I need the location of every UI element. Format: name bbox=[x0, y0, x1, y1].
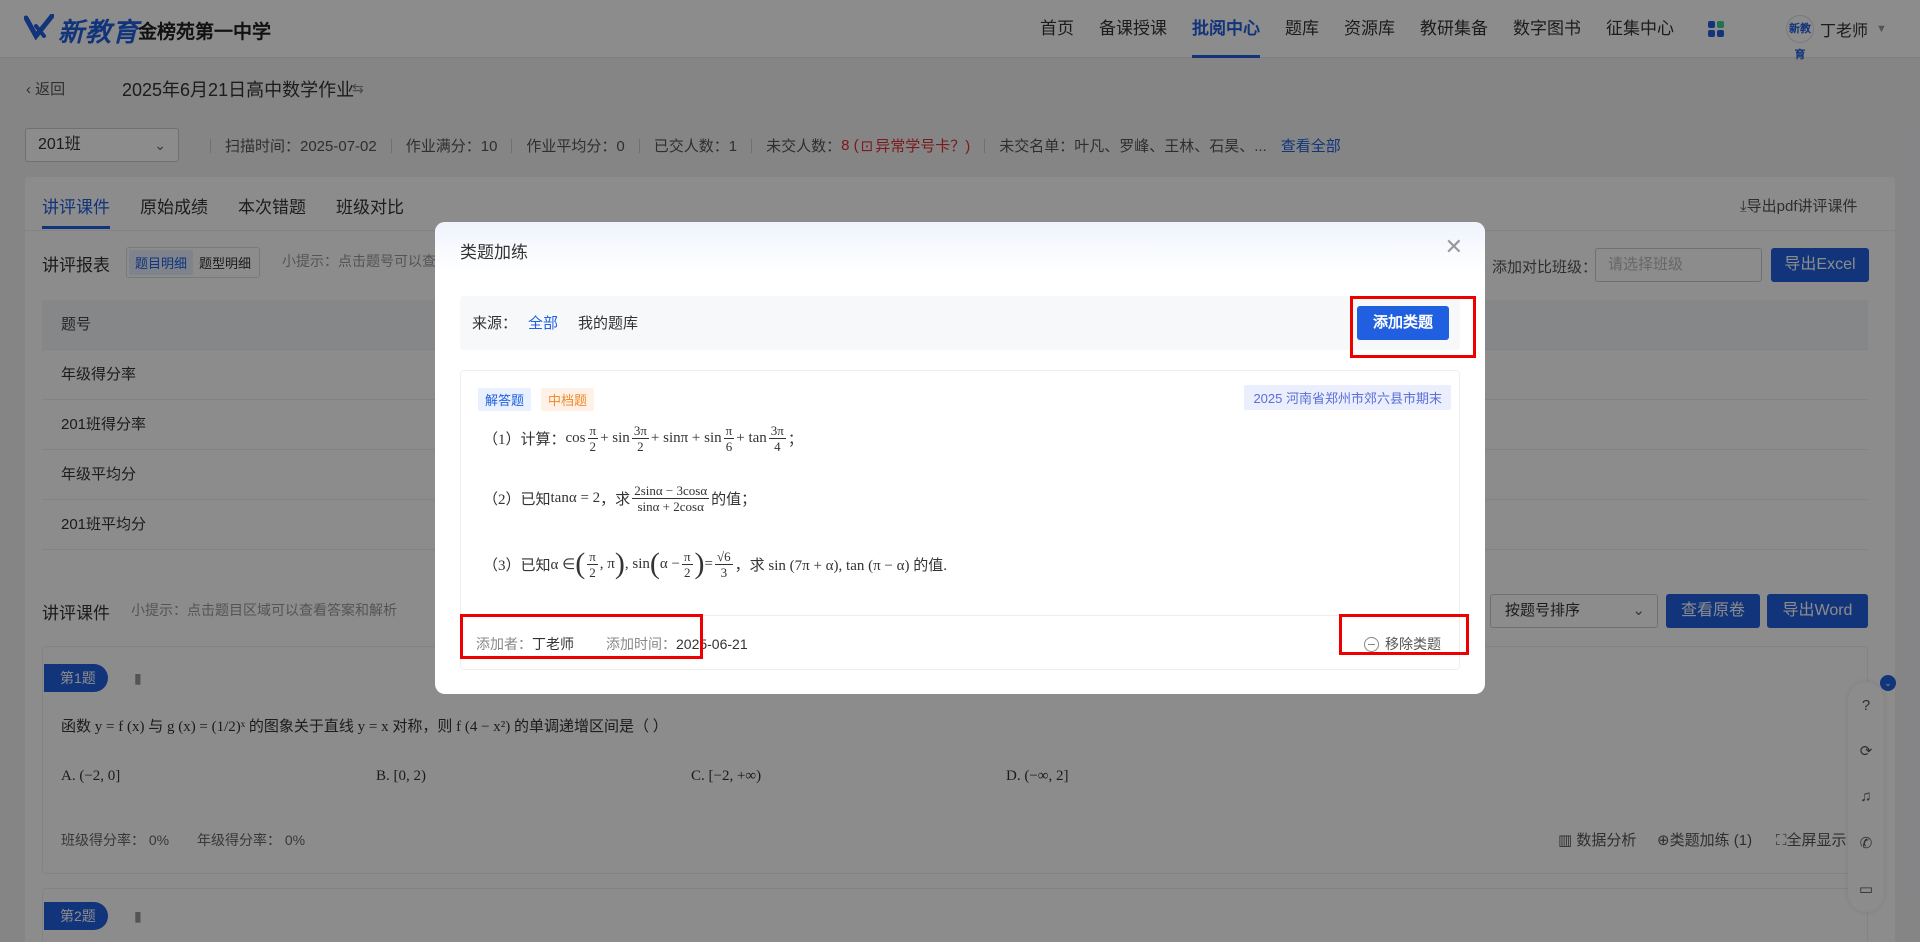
question-type-tag: 解答题 bbox=[478, 388, 532, 411]
formula-3: α ∈ (π 2, π), sin (α − π 2) = √6 3 bbox=[550, 547, 733, 580]
difficulty-tag: 中档题 bbox=[541, 388, 595, 411]
sub-question-2: （2）已知 tanα = 2 ，求 2sinα − 3cosα sinα + 2c… bbox=[483, 483, 756, 514]
sub-question-2-suffix: 的值； bbox=[711, 492, 757, 508]
source-all[interactable]: 全部 bbox=[528, 312, 558, 333]
origin-tag: 2025 河南省郑州市郊六县市期末 bbox=[1244, 385, 1451, 410]
fraction-numerator: 2sinα − 3cosα bbox=[632, 483, 710, 499]
sub-question-1: （1）计算： cos π 2 + sin 3π 2 + sinπ + sin π 6 + tan 3… bbox=[483, 423, 803, 454]
modal-header: 类题加练 bbox=[435, 222, 1485, 270]
page: 新教育 金榜苑第一中学 首页 备课授课 批阅中心 题库 资源库 教研集备 数字图… bbox=[0, 0, 1920, 942]
sub-question-3: （3）已知 α ∈ (π 2, π), sin (α − π 2) = √6 3 ，求… bbox=[483, 547, 947, 581]
sub-question-2-prefix: （2）已知 bbox=[483, 492, 551, 508]
source-filter-bar: 来源： 全部 我的题库 bbox=[460, 296, 1460, 350]
fraction: 2sinα − 3cosα sinα + 2cosα bbox=[632, 483, 710, 514]
close-icon[interactable]: ✕ bbox=[1445, 234, 1463, 260]
formula-1: cos π 2 + sin 3π 2 + sinπ + sin π 6 + tan 3π 4； bbox=[565, 423, 803, 454]
highlight-box bbox=[1339, 614, 1469, 655]
sub-question-3-prefix: （3）已知 bbox=[483, 557, 551, 574]
fraction-denominator: sinα + 2cosα bbox=[637, 499, 704, 514]
sub-question-2-mid: ，求 bbox=[600, 492, 631, 508]
sub-question-1-prefix: （1）计算： bbox=[483, 432, 566, 448]
highlight-box bbox=[1350, 296, 1476, 358]
highlight-box bbox=[460, 614, 703, 659]
source-my-bank[interactable]: 我的题库 bbox=[578, 312, 638, 333]
source-label: 来源： bbox=[472, 315, 518, 332]
sub-question-2-given: tanα = 2 bbox=[550, 490, 601, 506]
similar-practice-modal: 类题加练 ✕ 来源： 全部 我的题库 添加类题 解答题 中档题 2025 河南省… bbox=[435, 222, 1485, 694]
modal-title: 类题加练 bbox=[460, 243, 528, 262]
sub-question-3-suffix: ，求 sin (7π + α), tan (π − α) 的值. bbox=[734, 557, 947, 574]
